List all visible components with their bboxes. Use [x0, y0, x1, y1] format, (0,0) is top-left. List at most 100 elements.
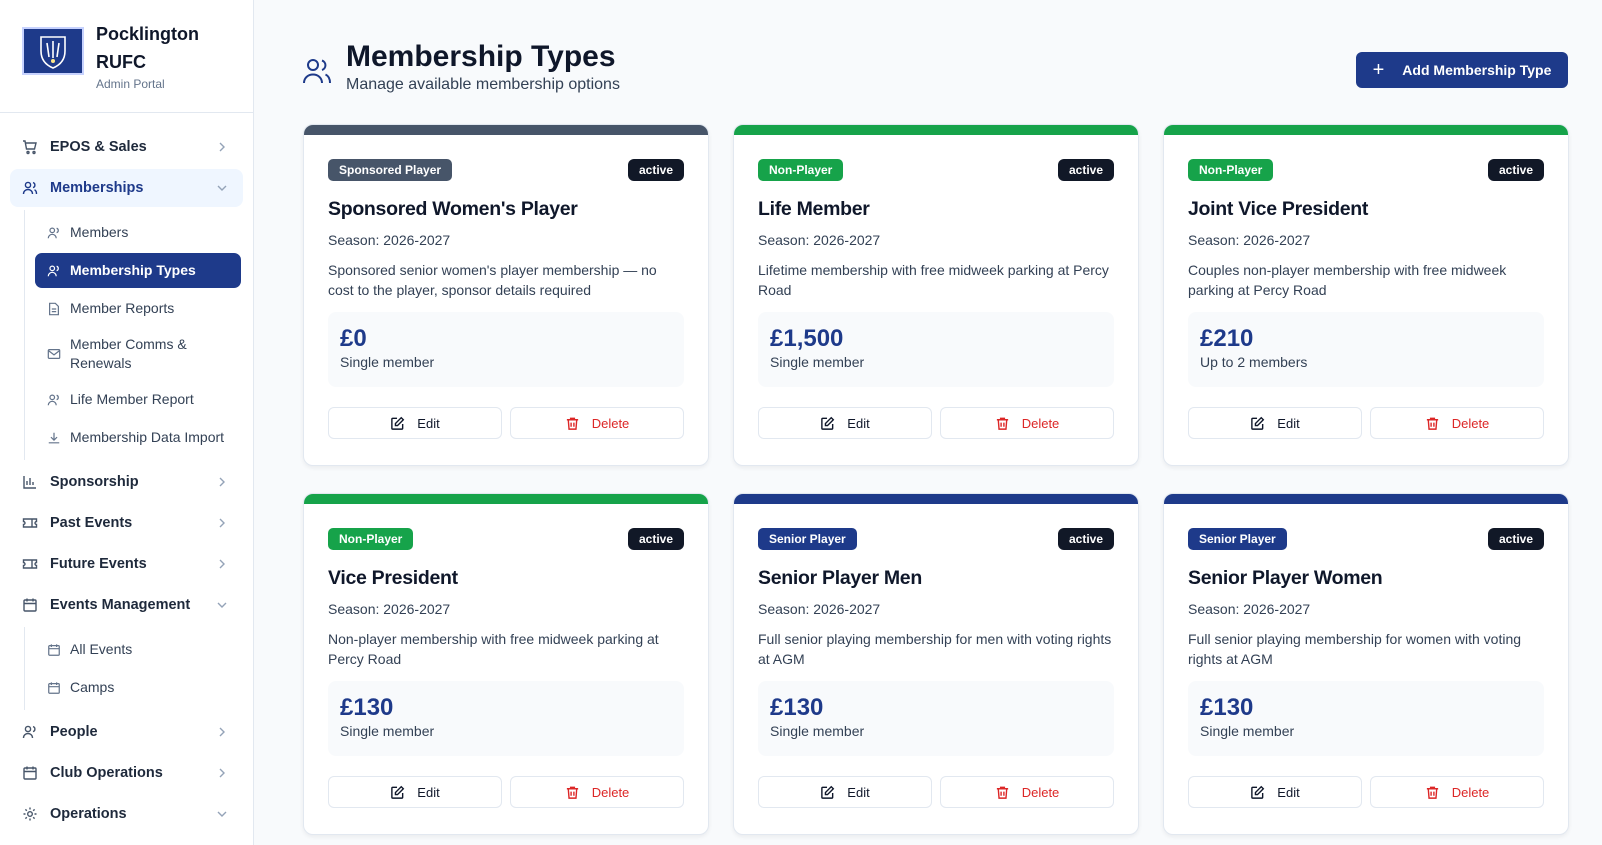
page-subtitle: Manage available membership options: [346, 76, 620, 93]
membership-price: £130: [770, 694, 824, 721]
calendar-icon: [22, 765, 38, 781]
sidebar-item-operations[interactable]: Operations: [10, 795, 243, 833]
sidebar-item-label: Member Reports: [70, 300, 175, 316]
membership-type-card: Non-Player active Life Member Season: 20…: [733, 124, 1139, 466]
chevron-down-icon: [217, 185, 227, 191]
sidebar-item-member-reports[interactable]: Member Reports: [35, 291, 241, 326]
sidebar-item-camps[interactable]: Camps: [35, 670, 241, 705]
edit-icon: [1251, 785, 1265, 799]
delete-button[interactable]: Delete: [1370, 407, 1544, 439]
membership-type-card: Non-Player active Joint Vice President S…: [1163, 124, 1569, 466]
membership-category-badge: Senior Player: [1188, 528, 1287, 550]
edit-button[interactable]: Edit: [1188, 407, 1362, 439]
edit-icon: [391, 785, 405, 799]
membership-price: £1,500: [770, 325, 844, 352]
sidebar-item-all-events[interactable]: All Events: [35, 632, 241, 667]
membership-price: £210: [1200, 325, 1254, 352]
sidebar-item-label: People: [50, 724, 98, 740]
add-membership-type-button[interactable]: + Add Membership Type: [1356, 52, 1568, 88]
edit-icon: [1251, 416, 1265, 430]
membership-season: Season: 2026-2027: [328, 232, 451, 248]
membership-type-card: Senior Player active Senior Player Men S…: [733, 493, 1139, 835]
chevron-right-icon: [219, 518, 225, 528]
delete-label: Delete: [591, 784, 630, 800]
edit-button[interactable]: Edit: [1188, 776, 1362, 808]
sidebar-item-label: Club Operations: [50, 765, 163, 781]
edit-icon: [821, 785, 835, 799]
membership-description: Couples non-player membership with free …: [1188, 262, 1507, 298]
sidebar-item-membership-types[interactable]: Membership Types: [35, 253, 241, 288]
membership-description: Lifetime membership with free midweek pa…: [758, 262, 1109, 298]
trash-icon: [1426, 786, 1438, 799]
delete-button[interactable]: Delete: [510, 407, 684, 439]
membership-season: Season: 2026-2027: [758, 601, 881, 617]
delete-button[interactable]: Delete: [940, 776, 1114, 808]
member-capacity: Up to 2 members: [1200, 354, 1308, 370]
add-button-label: Add Membership Type: [1402, 62, 1552, 78]
bar-chart-icon: [22, 474, 38, 490]
sidebar-item-people[interactable]: People: [10, 713, 243, 751]
membership-category-badge: Senior Player: [758, 528, 857, 550]
user-icon: [47, 393, 59, 405]
membership-type-name: Sponsored Women's Player: [328, 198, 578, 220]
chevron-right-icon: [219, 559, 225, 569]
chevron-down-icon: [217, 602, 227, 608]
sidebar-item-label: Camps: [70, 679, 115, 695]
calendar-icon: [22, 597, 38, 613]
delete-label: Delete: [1021, 784, 1060, 800]
brand-header: Pocklington RUFC Admin Portal: [0, 0, 253, 113]
sidebar-item-member-comms[interactable]: Member Comms & Renewals: [35, 329, 241, 379]
sidebar-item-past-events[interactable]: Past Events: [10, 504, 243, 542]
chevron-right-icon: [219, 477, 225, 487]
sidebar-item-club-operations[interactable]: Club Operations: [10, 754, 243, 792]
sidebar-item-membership-data-import[interactable]: Membership Data Import: [35, 420, 241, 455]
sidebar-item-label: EPOS & Sales: [50, 139, 147, 155]
sidebar-item-life-member-report[interactable]: Life Member Report: [35, 382, 241, 417]
status-badge: active: [1057, 159, 1114, 181]
sidebar-item-sponsorship[interactable]: Sponsorship: [10, 463, 243, 501]
mail-icon: [47, 349, 61, 359]
sidebar-item-members[interactable]: Members: [35, 215, 241, 250]
sidebar-item-memberships[interactable]: Memberships: [10, 169, 243, 207]
sidebar-item-label: Members: [70, 224, 129, 240]
edit-label: Edit: [1277, 415, 1300, 431]
delete-button[interactable]: Delete: [510, 776, 684, 808]
membership-season: Season: 2026-2027: [328, 601, 451, 617]
membership-type-name: Joint Vice President: [1188, 198, 1369, 220]
edit-button[interactable]: Edit: [758, 776, 932, 808]
sidebar-item-label: All Events: [70, 641, 133, 657]
download-icon: [48, 432, 60, 443]
trash-icon: [566, 417, 578, 430]
sidebar-item-future-events[interactable]: Future Events: [10, 545, 243, 583]
main-content: Membership Types Manage available member…: [254, 0, 1602, 845]
price-box: £130 Single member: [758, 681, 1114, 756]
membership-type-name: Life Member: [758, 198, 870, 220]
sidebar-item-epos-sales[interactable]: EPOS & Sales: [10, 128, 243, 166]
portal-subtitle: Admin Portal: [96, 77, 165, 91]
sidebar-item-label: Membership Types: [70, 262, 196, 278]
page-title: Membership Types: [346, 40, 616, 73]
edit-label: Edit: [847, 784, 870, 800]
edit-button[interactable]: Edit: [328, 407, 502, 439]
edit-button[interactable]: Edit: [758, 407, 932, 439]
club-logo[interactable]: [22, 27, 84, 75]
edit-label: Edit: [417, 784, 440, 800]
delete-button[interactable]: Delete: [940, 407, 1114, 439]
membership-price: £130: [1200, 694, 1254, 721]
edit-button[interactable]: Edit: [328, 776, 502, 808]
membership-description: Full senior playing membership for women…: [1188, 631, 1522, 667]
membership-price: £130: [340, 694, 394, 721]
membership-description: Full senior playing membership for men w…: [758, 631, 1112, 667]
delete-button[interactable]: Delete: [1370, 776, 1544, 808]
delete-label: Delete: [1021, 415, 1060, 431]
status-badge: active: [1487, 159, 1544, 181]
membership-type-card: Sponsored Player active Sponsored Women'…: [303, 124, 709, 466]
edit-label: Edit: [847, 415, 870, 431]
users-icon: [22, 180, 38, 196]
sidebar: Pocklington RUFC Admin Portal EPOS & Sal…: [0, 0, 254, 845]
calendar-icon: [48, 643, 60, 656]
sidebar-item-events-management[interactable]: Events Management: [10, 586, 243, 624]
membership-type-name: Senior Player Men: [758, 567, 922, 589]
club-name: Pocklington RUFC: [96, 24, 199, 72]
membership-category-badge: Sponsored Player: [328, 159, 453, 181]
